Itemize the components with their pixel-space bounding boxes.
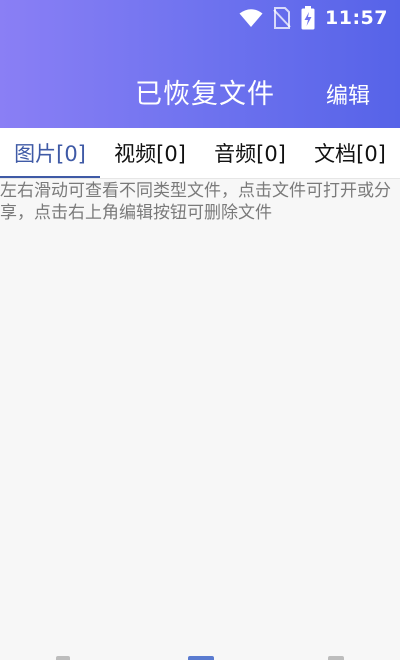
page-title: 已恢复文件: [135, 79, 275, 110]
tab-videos[interactable]: 视频[0]: [100, 128, 200, 178]
recovered-files-screen: 11:57 已恢复文件 编辑 图片[0] 视频[0] 音频[0] 文档[0] 左…: [0, 0, 400, 660]
wifi-icon: [239, 8, 263, 28]
usage-hint: 左右滑动可查看不同类型文件，点击文件可打开或分享，点击右上角编辑按钮可删除文件: [0, 181, 391, 223]
nav-indicator: [328, 656, 344, 660]
tab-audio[interactable]: 音频[0]: [200, 128, 300, 178]
edit-button[interactable]: 编辑: [326, 78, 370, 110]
nav-indicator: [188, 656, 214, 660]
app-header: 11:57 已恢复文件 编辑: [0, 0, 400, 128]
battery-charging-icon: [301, 6, 315, 30]
tab-images[interactable]: 图片[0]: [0, 128, 100, 178]
bottom-nav-peek: [0, 654, 400, 660]
no-sim-icon: [273, 7, 291, 29]
status-time: 11:57: [325, 7, 388, 29]
tab-documents[interactable]: 文档[0]: [300, 128, 400, 178]
status-bar: 11:57: [239, 0, 400, 36]
file-type-tabs: 图片[0] 视频[0] 音频[0] 文档[0]: [0, 128, 400, 179]
nav-indicator: [56, 656, 70, 660]
